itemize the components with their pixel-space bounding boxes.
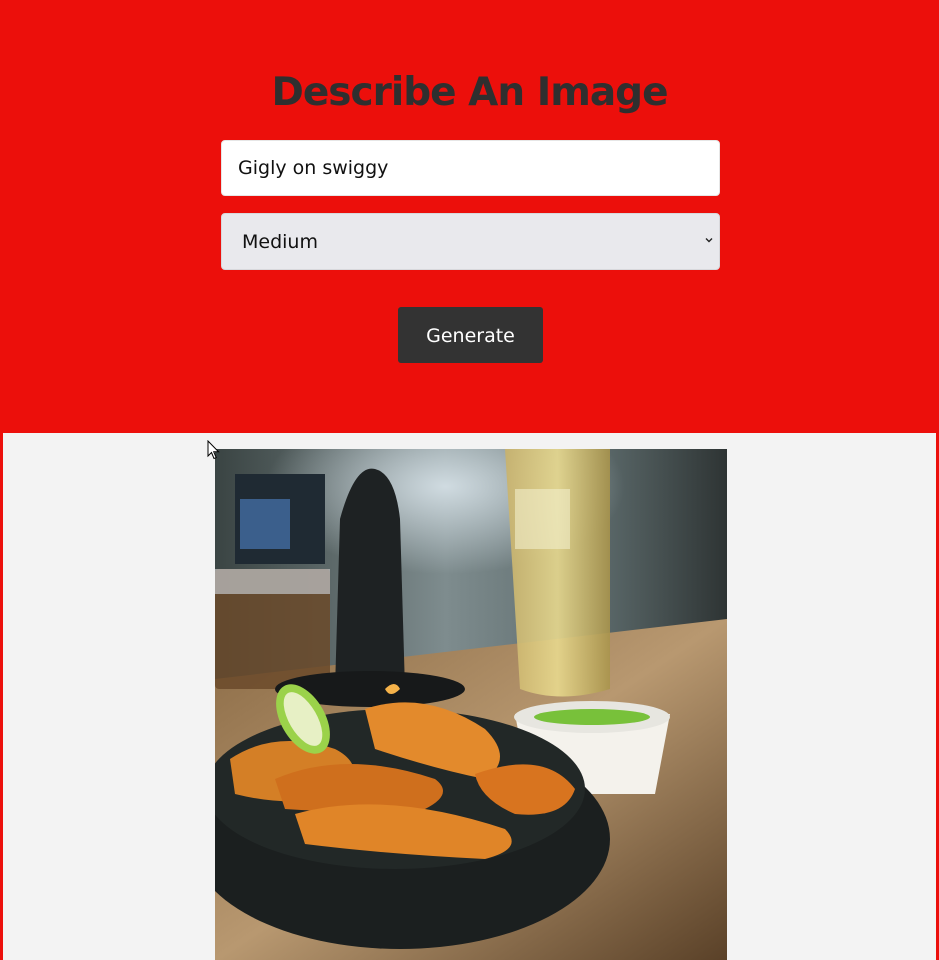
- mouse-cursor-icon: [207, 440, 220, 460]
- page-title: Describe An Image: [271, 70, 668, 115]
- generated-image: [215, 449, 727, 960]
- size-select-value: Medium: [242, 231, 318, 253]
- chevron-down-icon: [705, 238, 713, 243]
- size-select[interactable]: Medium: [221, 213, 720, 270]
- prompt-input[interactable]: [221, 140, 720, 196]
- generate-button[interactable]: Generate: [398, 307, 543, 363]
- generated-image-picture: [215, 449, 727, 960]
- hero-panel: Describe An Image Medium Generate: [0, 0, 939, 433]
